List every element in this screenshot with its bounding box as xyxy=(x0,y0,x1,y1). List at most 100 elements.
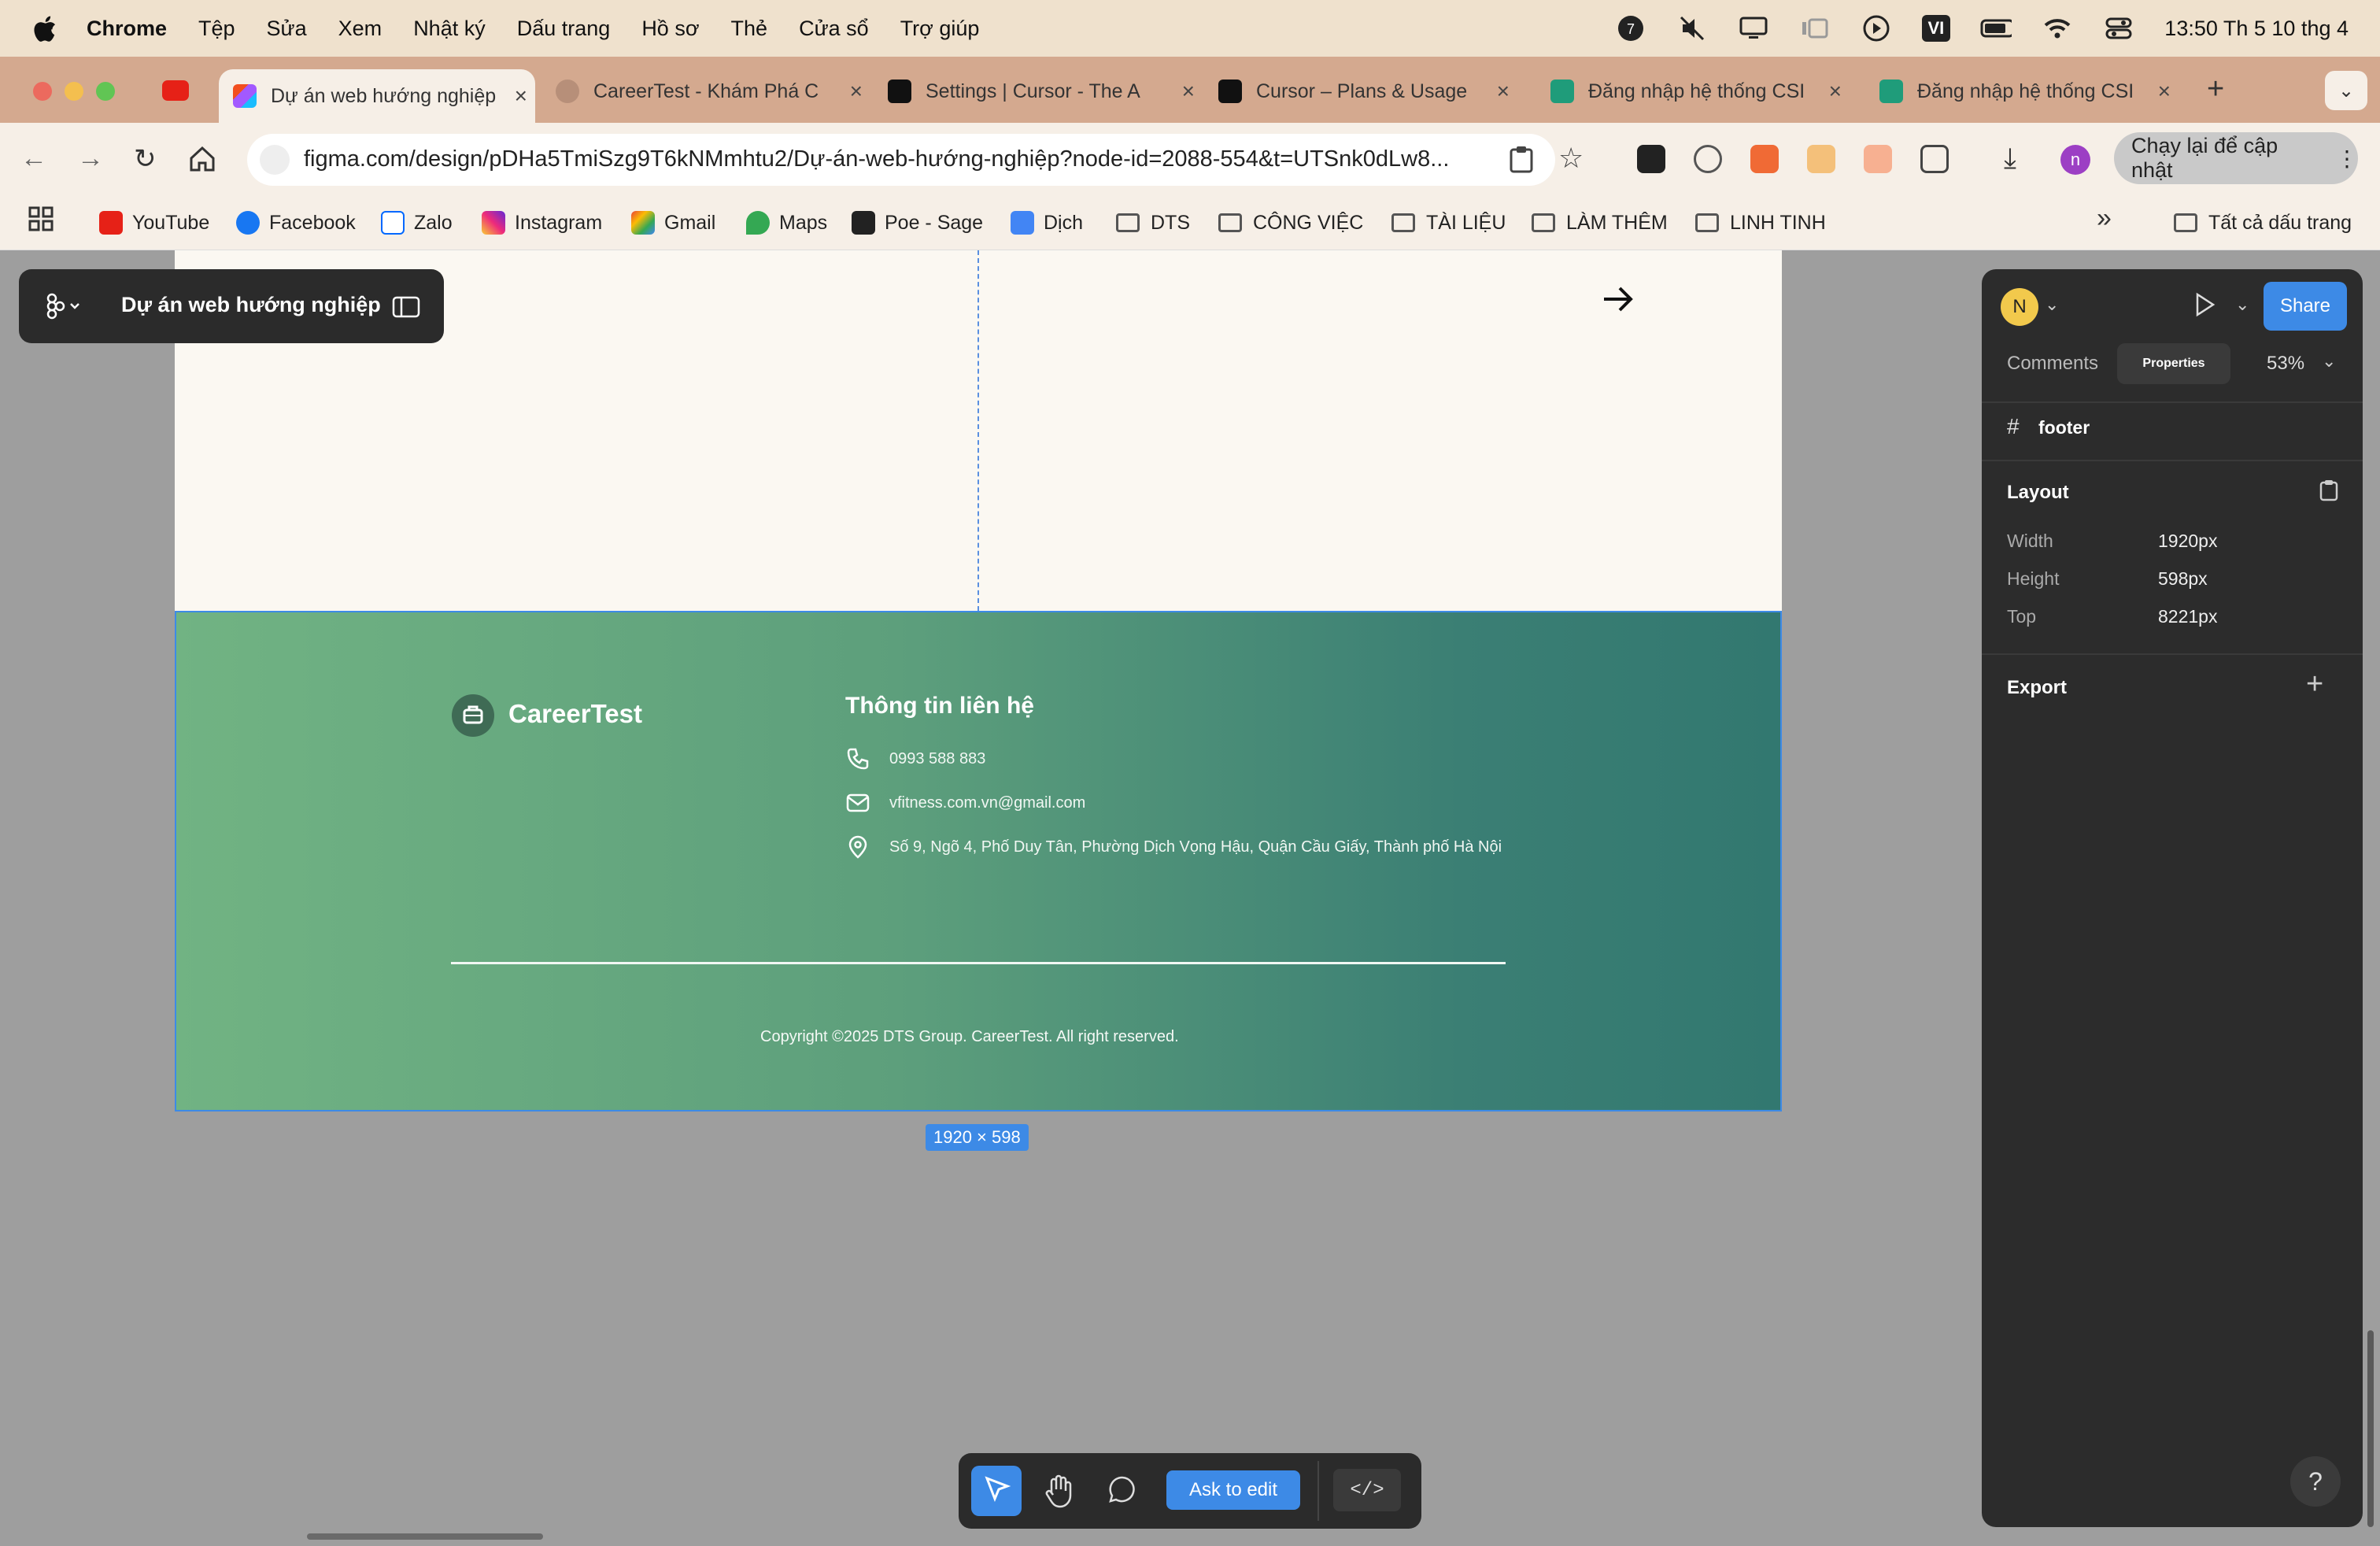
mute-icon[interactable] xyxy=(1676,14,1708,43)
bookmark-star-icon[interactable]: ☆ xyxy=(1558,142,1584,175)
close-icon[interactable]: × xyxy=(1497,79,1510,104)
close-icon[interactable]: × xyxy=(2158,79,2171,104)
panel-divider xyxy=(1982,460,2363,461)
bookmark-zalo[interactable]: Zalo xyxy=(381,203,453,242)
bookmark-folder-lam-them[interactable]: LÀM THÊM xyxy=(1532,203,1668,242)
hand-tool-icon[interactable] xyxy=(1042,1472,1077,1514)
window-close-button[interactable] xyxy=(33,82,52,101)
share-button[interactable]: Share xyxy=(2264,282,2347,331)
layer-name[interactable]: footer xyxy=(2038,417,2090,438)
horizontal-scrollbar[interactable] xyxy=(307,1533,543,1540)
window-minimize-button[interactable] xyxy=(65,82,83,101)
present-play-icon[interactable] xyxy=(2191,291,2218,322)
comment-tool-icon[interactable] xyxy=(1107,1474,1138,1509)
relaunch-update-button[interactable]: Chạy lại để cập nhật ⋮ xyxy=(2114,132,2358,184)
tab-careertest[interactable]: CareerTest - Khám Phá C × xyxy=(556,69,870,113)
menu-profiles[interactable]: Hồ sơ xyxy=(641,17,699,41)
chevron-down-icon[interactable]: ⌄ xyxy=(2322,351,2336,372)
tab-cursor-settings[interactable]: Settings | Cursor - The A × xyxy=(888,69,1203,113)
new-tab-icon[interactable]: + xyxy=(2207,72,2224,106)
ask-to-edit-button[interactable]: Ask to edit xyxy=(1166,1470,1300,1510)
extension-icon[interactable] xyxy=(1694,145,1722,173)
bookmark-instagram[interactable]: Instagram xyxy=(482,203,602,242)
menu-bookmarks[interactable]: Dấu trang xyxy=(517,17,611,41)
all-bookmarks-folder[interactable]: Tất cả dấu trang xyxy=(2174,203,2352,242)
move-tool-button[interactable] xyxy=(971,1466,1022,1516)
bookmark-poe[interactable]: Poe - Sage xyxy=(852,203,983,242)
battery-icon[interactable] xyxy=(1980,14,2012,43)
menu-file[interactable]: Tệp xyxy=(198,17,235,41)
tab-comments[interactable]: Comments xyxy=(2007,353,2098,375)
menu-view[interactable]: Xem xyxy=(338,17,382,41)
more-bookmarks-chevron-icon[interactable]: » xyxy=(2097,203,2112,234)
zoom-level[interactable]: 53% xyxy=(2267,353,2304,375)
bookmark-gmail[interactable]: Gmail xyxy=(631,203,715,242)
stage-manager-icon[interactable] xyxy=(1799,14,1831,43)
close-icon[interactable]: × xyxy=(1182,79,1195,104)
bookmark-folder-dts[interactable]: DTS xyxy=(1116,203,1190,242)
bookmark-translate[interactable]: Dịch xyxy=(1011,203,1083,242)
play-icon[interactable] xyxy=(1861,14,1892,43)
apple-icon[interactable] xyxy=(31,13,58,43)
wifi-icon[interactable] xyxy=(2042,14,2073,43)
youtube-pinned-tab-icon[interactable] xyxy=(162,80,189,101)
menu-window[interactable]: Cửa sổ xyxy=(799,17,869,41)
tab-csi-login-1[interactable]: Đăng nhập hệ thống CSI × xyxy=(1550,69,1850,113)
zalo-icon xyxy=(381,211,405,235)
menubar-app-name[interactable]: Chrome xyxy=(87,17,167,41)
tab-properties[interactable]: Properties xyxy=(2117,343,2230,384)
site-settings-icon[interactable] xyxy=(260,145,290,175)
chevron-down-icon[interactable]: ⌄ xyxy=(2235,294,2249,315)
tab-cursor-plans[interactable]: Cursor – Plans & Usage × xyxy=(1218,69,1517,113)
notification-badge-icon[interactable]: 7 xyxy=(1615,14,1646,43)
bookmark-maps[interactable]: Maps xyxy=(746,203,827,242)
chevron-down-icon[interactable]: ⌄ xyxy=(2045,294,2059,315)
extension-icon[interactable] xyxy=(1750,145,1779,173)
forward-icon[interactable]: → xyxy=(77,143,104,174)
clipboard-icon[interactable] xyxy=(1508,145,1535,177)
apps-grid-icon[interactable] xyxy=(28,206,54,235)
bookmark-folder-cong-viec[interactable]: CÔNG VIỆC xyxy=(1218,203,1363,242)
download-icon[interactable]: ⤓ xyxy=(2004,142,2016,176)
tab-search-chevron-icon[interactable]: ⌄ xyxy=(2325,71,2367,110)
figma-menu-icon[interactable] xyxy=(44,293,83,324)
sidebar-toggle-icon[interactable] xyxy=(392,296,420,322)
input-source-indicator[interactable]: VI xyxy=(1921,15,1951,42)
control-center-icon[interactable] xyxy=(2103,14,2134,43)
window-zoom-button[interactable] xyxy=(96,82,115,101)
display-icon[interactable] xyxy=(1738,14,1769,43)
add-export-plus-icon[interactable]: + xyxy=(2306,668,2323,701)
extension-icon[interactable] xyxy=(1807,145,1835,173)
menubar-clock[interactable]: 13:50 Th 5 10 thg 4 xyxy=(2164,17,2349,41)
profile-avatar[interactable]: n xyxy=(2060,145,2090,175)
url-text[interactable]: figma.com/design/pDHa5TmiSzg9T6kNMmhtu2/… xyxy=(304,146,1449,172)
close-icon[interactable]: × xyxy=(850,79,863,104)
bookmark-folder-tai-lieu[interactable]: TÀI LIỆU xyxy=(1391,203,1506,242)
bookmark-facebook[interactable]: Facebook xyxy=(236,203,356,242)
home-icon[interactable] xyxy=(187,145,217,177)
tab-figma[interactable]: Dự án web hướng nghiệp × xyxy=(219,69,535,123)
vertical-scrollbar[interactable] xyxy=(2367,1330,2374,1527)
reload-icon[interactable]: ↻ xyxy=(134,143,157,175)
bookmark-folder-linh-tinh[interactable]: LINH TINH xyxy=(1695,203,1826,242)
close-icon[interactable]: × xyxy=(515,83,527,109)
menu-edit[interactable]: Sửa xyxy=(267,17,307,41)
top-value[interactable]: 8221px xyxy=(2158,606,2217,627)
close-icon[interactable]: × xyxy=(1829,79,1842,104)
menu-help[interactable]: Trợ giúp xyxy=(900,17,980,41)
dev-mode-code-icon[interactable]: </> xyxy=(1333,1469,1401,1511)
figma-file-name[interactable]: Dự án web hướng nghiệp xyxy=(121,293,381,317)
width-value[interactable]: 1920px xyxy=(2158,531,2217,552)
extension-icon[interactable] xyxy=(1637,145,1665,173)
puzzle-icon[interactable] xyxy=(1920,145,1949,173)
user-avatar[interactable]: N xyxy=(2001,288,2038,326)
back-icon[interactable]: ← xyxy=(20,143,47,174)
help-button[interactable]: ? xyxy=(2290,1456,2341,1507)
tab-csi-login-2[interactable]: Đăng nhập hệ thống CSI × xyxy=(1879,69,2179,113)
menu-history[interactable]: Nhật ký xyxy=(413,17,486,41)
height-value[interactable]: 598px xyxy=(2158,568,2208,590)
bookmark-youtube[interactable]: YouTube xyxy=(99,203,209,242)
extension-icon[interactable] xyxy=(1864,145,1892,173)
copy-clipboard-icon[interactable] xyxy=(2319,479,2339,506)
menu-tab[interactable]: Thẻ xyxy=(731,17,768,41)
